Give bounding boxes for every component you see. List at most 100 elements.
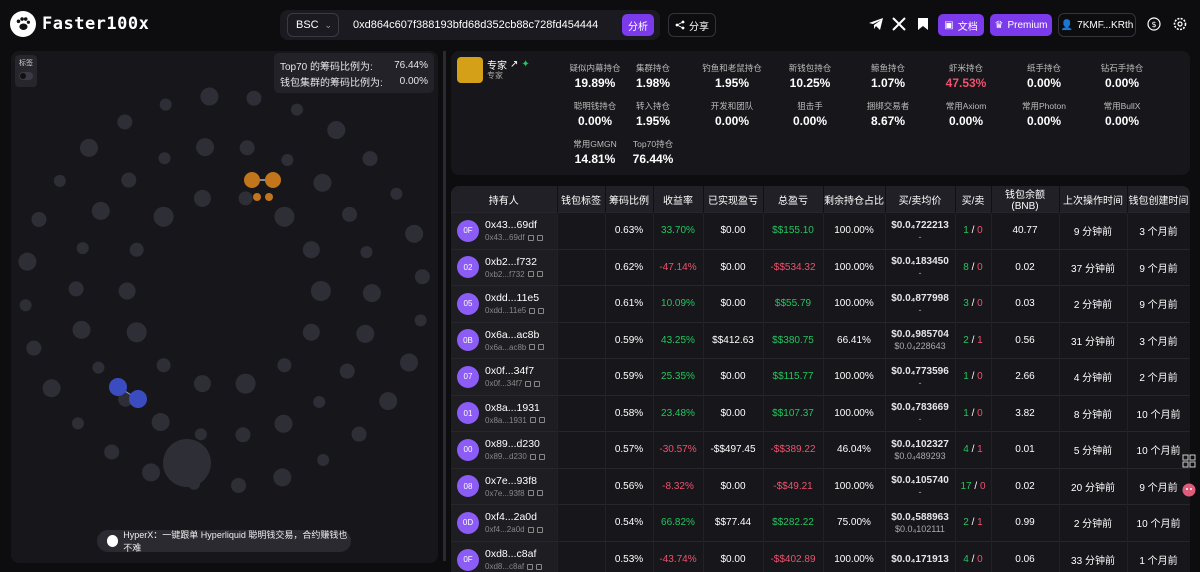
holder-bubble[interactable] (281, 153, 294, 166)
copy-icon[interactable] (536, 490, 543, 497)
holder-bubble[interactable] (302, 323, 320, 341)
holder-bubble[interactable] (342, 206, 358, 222)
copy-icon[interactable] (536, 563, 543, 570)
holder-bubble[interactable] (79, 138, 98, 157)
holder-bubble[interactable] (313, 173, 332, 192)
holder-bubble[interactable] (76, 242, 89, 255)
external-link-icon[interactable] (529, 307, 536, 314)
column-header[interactable]: 剩余持仓占比 (823, 186, 886, 213)
holder-address[interactable]: 0x43...69df (485, 219, 543, 231)
holder-cell[interactable]: 0D 0xf4...2a0d 0xf4...2a0d (451, 504, 558, 541)
holder-cell[interactable]: 05 0xdd...11e5 0xdd...11e5 (451, 285, 558, 322)
table-row[interactable]: 00 0x89...d230 0x89...d230 0.57% -30.57% -$$4… (451, 431, 1190, 468)
external-link-icon[interactable] (525, 380, 532, 387)
external-link-icon[interactable] (529, 453, 536, 460)
grid-icon[interactable] (1182, 454, 1196, 468)
holder-bubble[interactable] (196, 138, 215, 157)
external-link-icon[interactable] (527, 563, 534, 570)
external-link-icon[interactable] (529, 417, 536, 424)
column-header[interactable]: 已实现盈亏 (703, 186, 764, 213)
address-input[interactable] (353, 19, 613, 31)
holder-bubble[interactable] (360, 246, 373, 259)
column-header[interactable]: 总盈亏 (763, 186, 824, 213)
holder-address[interactable]: 0x0f...34f7 (485, 365, 540, 377)
holder-address[interactable]: 0x6a...ac8b (485, 329, 544, 341)
holder-bubble[interactable] (26, 340, 42, 356)
holder-bubble[interactable] (42, 379, 61, 398)
table-row[interactable]: 07 0x0f...34f7 0x0f...34f7 0.59% 25.35% $0.00… (451, 358, 1190, 395)
analyze-button[interactable]: 分析 (622, 14, 654, 36)
copy-icon[interactable] (538, 307, 545, 314)
holder-bubble[interactable] (235, 427, 251, 443)
holder-bubble[interactable] (339, 363, 355, 379)
copy-icon[interactable] (538, 344, 545, 351)
holder-cell[interactable]: 0F 0x43...69df 0x43...69df (451, 212, 558, 249)
table-row[interactable]: 05 0xdd...11e5 0xdd...11e5 0.61% 10.09% $0.00… (451, 285, 1190, 322)
bubble-map[interactable] (11, 51, 438, 563)
holder-bubble[interactable] (91, 201, 110, 220)
column-header[interactable]: 持有人 (451, 186, 558, 213)
holder-bubble[interactable] (362, 284, 381, 303)
holder-bubble[interactable] (414, 269, 430, 285)
holder-bubble[interactable] (193, 189, 211, 207)
holder-cell[interactable]: 08 0x7e...93f8 0x7e...93f8 (451, 467, 558, 505)
holder-bubble[interactable] (156, 358, 171, 373)
bookmark-icon[interactable] (913, 14, 933, 34)
external-link-icon[interactable]: ↗ (510, 59, 518, 70)
holder-cell[interactable]: 0B 0x6a...ac8b 0x6a...ac8b (451, 321, 558, 359)
holder-address[interactable]: 0x89...d230 (485, 438, 545, 450)
holder-bubble[interactable] (118, 282, 136, 300)
gear-icon[interactable] (1170, 14, 1190, 34)
external-link-icon[interactable] (527, 490, 534, 497)
holder-bubble[interactable] (193, 375, 211, 393)
cluster-bubble[interactable] (109, 378, 127, 396)
holder-bubble[interactable] (356, 324, 375, 343)
holder-address[interactable]: 0x7e...93f8 (485, 475, 543, 487)
holder-bubble[interactable] (235, 373, 256, 394)
holder-bubble[interactable] (19, 299, 32, 312)
holder-bubble[interactable] (92, 361, 105, 374)
holder-bubble[interactable] (390, 187, 403, 200)
holder-bubble[interactable] (159, 98, 172, 111)
column-header[interactable]: 买/卖 (955, 186, 992, 213)
table-row[interactable]: 08 0x7e...93f8 0x7e...93f8 0.56% -8.32% $0.00… (451, 467, 1190, 505)
mascot-icon[interactable] (1182, 483, 1196, 497)
copy-icon[interactable] (538, 417, 545, 424)
holder-bubble[interactable] (400, 353, 419, 372)
telegram-icon[interactable] (866, 14, 886, 34)
holder-bubble[interactable] (274, 206, 295, 227)
wallet-button[interactable]: 👤 7KMF...KRth (1058, 13, 1136, 37)
dollar-icon[interactable]: $ (1144, 14, 1164, 34)
label-toggle[interactable]: 标签 (15, 55, 37, 87)
holder-bubble[interactable] (362, 151, 378, 167)
table-row[interactable]: 0F 0x43...69df 0x43...69df 0.63% 33.70% $0.00… (451, 212, 1190, 249)
table-row[interactable]: 01 0x8a...1931 0x8a...1931 0.58% 23.48% $0.00… (451, 394, 1190, 432)
copy-icon[interactable] (536, 526, 543, 533)
table-row[interactable]: 02 0xb2...f732 0xb2...f732 0.62% -47.14% $0.0… (451, 248, 1190, 286)
holder-address[interactable]: 0xdd...11e5 (485, 292, 544, 304)
holder-cell[interactable]: 00 0x89...d230 0x89...d230 (451, 431, 558, 468)
toggle-switch[interactable] (19, 72, 33, 80)
table-row[interactable]: 0F 0xd8...c8af 0xd8...c8af 0.53% -43.74% $0.0… (451, 540, 1190, 572)
holder-bubble[interactable] (158, 152, 171, 165)
holder-bubble[interactable] (142, 463, 161, 482)
holder-bubble[interactable] (239, 140, 255, 156)
holder-bubble[interactable] (126, 322, 147, 343)
holder-bubble[interactable] (351, 426, 367, 442)
x-icon[interactable] (889, 14, 909, 34)
holder-bubble[interactable] (117, 114, 133, 130)
copy-icon[interactable] (536, 234, 543, 241)
holder-bubble[interactable] (31, 211, 47, 227)
column-header[interactable]: 收益率 (653, 186, 704, 213)
share-button[interactable]: 分享 (668, 13, 716, 37)
column-header[interactable]: 筹码比例 (605, 186, 654, 213)
holder-cell[interactable]: 07 0x0f...34f7 0x0f...34f7 (451, 358, 558, 395)
holder-bubble[interactable] (129, 242, 144, 257)
holder-bubble[interactable] (317, 454, 330, 467)
holder-address[interactable]: 0x8a...1931 (485, 402, 545, 414)
holder-bubble[interactable] (121, 172, 137, 188)
copy-icon[interactable] (538, 453, 545, 460)
chain-select[interactable]: BSC ⌄ (287, 13, 339, 37)
panel-divider[interactable] (443, 51, 446, 561)
holder-bubble[interactable] (153, 206, 174, 227)
